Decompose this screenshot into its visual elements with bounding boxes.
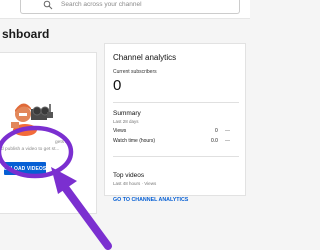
watch-time-value: 0.0: [211, 138, 218, 144]
top-videos-period: Last 48 hours · Views: [113, 181, 157, 186]
upload-hint-question: gets?: [55, 140, 67, 145]
divider: [113, 102, 239, 103]
upload-card: gets? d publish a video to get st... UPL…: [0, 52, 97, 214]
page-title: shboard: [2, 27, 50, 41]
go-to-channel-analytics-link[interactable]: GO TO CHANNEL ANALYTICS: [113, 197, 188, 203]
divider: [113, 156, 239, 157]
search-icon: [43, 0, 53, 10]
upload-hint-text: d publish a video to get st...: [1, 147, 60, 152]
search-box[interactable]: Search across your channel: [20, 0, 240, 14]
creator-illustration: [11, 103, 53, 136]
summary-title: Summary: [113, 110, 141, 117]
views-label: Views: [113, 128, 127, 134]
channel-analytics-card: Channel analytics Current subscribers 0 …: [104, 43, 246, 203]
summary-period: Last 28 days: [113, 119, 139, 124]
watch-time-trend: —: [225, 138, 230, 144]
watch-time-label: Watch time (hours): [113, 138, 156, 144]
upload-videos-button[interactable]: UPLOAD VIDEOS: [4, 162, 46, 175]
top-videos-title: Top videos: [113, 172, 145, 179]
search-input[interactable]: Search across your channel: [61, 1, 142, 8]
views-value: 0: [215, 128, 218, 134]
channel-analytics-title: Channel analytics: [113, 53, 177, 62]
current-subscribers-label: Current subscribers: [113, 69, 157, 75]
current-subscribers-value: 0: [113, 77, 122, 94]
views-trend: —: [225, 128, 230, 134]
top-bar: Search across your channel: [0, 0, 250, 19]
